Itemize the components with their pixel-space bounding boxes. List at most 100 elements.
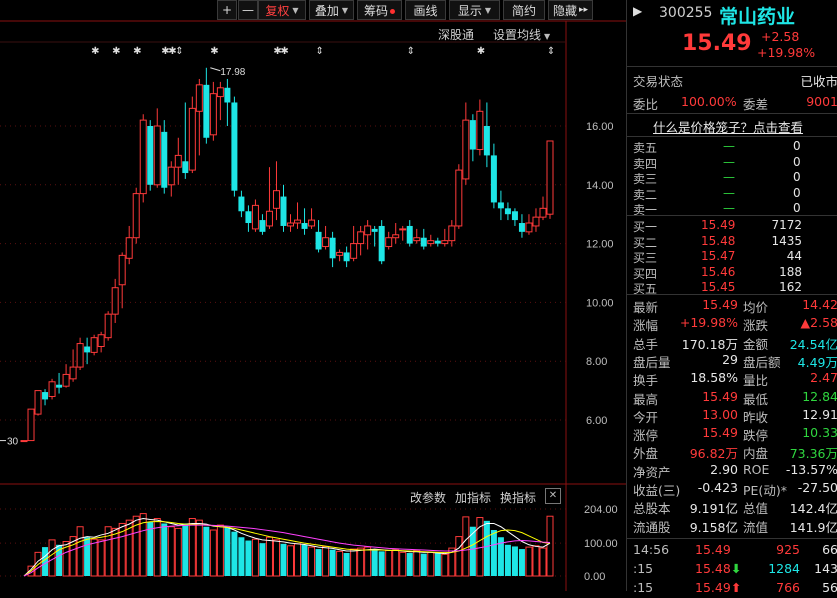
volume-bar-down: [378, 551, 385, 576]
volume-bar-down: [420, 553, 427, 576]
tick-volume: 766: [776, 580, 800, 595]
stat-label: 总手: [633, 336, 659, 352]
ask-row: 卖三 — 0: [627, 170, 837, 186]
volume-bar-up: [167, 526, 175, 577]
chevron-down-icon: ▼: [341, 5, 349, 15]
zoom-out-button-label: —: [242, 3, 254, 17]
price-change: +2.58: [761, 29, 800, 44]
adjust-button[interactable]: 复权 ▼: [258, 0, 306, 20]
candle-body-down: [224, 87, 231, 103]
display-button[interactable]: 显示 ▼: [449, 0, 500, 20]
volume-bar-down: [301, 544, 308, 576]
volume-bar-down: [511, 546, 518, 576]
ask-price: —: [723, 139, 735, 153]
price-tick-label: 12.00: [586, 239, 614, 251]
stat-label: 均价: [743, 300, 769, 315]
volume-bar-up: [336, 550, 344, 577]
hide-button[interactable]: 隐藏 ▸▸: [548, 0, 593, 20]
event-star-icon: ✱: [91, 46, 99, 57]
chips-button[interactable]: 筹码: [357, 0, 402, 20]
stat-label: 外盘: [633, 446, 659, 462]
stat-value: 96.82万: [689, 446, 738, 462]
volume-bar-up: [195, 519, 203, 577]
stat-label: 涨幅: [633, 318, 659, 334]
quote-panel: ▶ 300255 常山药业 15.49 +2.58 +19.98% 交易状态 已…: [626, 0, 837, 595]
bid-price: 15.47: [701, 249, 736, 264]
display-button-label: 显示: [457, 3, 482, 18]
high-annotation-label: 17.98: [220, 67, 245, 78]
volume-bar-down: [280, 543, 287, 576]
add-indicator-button[interactable]: 加指标: [455, 489, 491, 506]
stat-row: 总股本 9.191亿 总值 142.4亿: [627, 498, 837, 516]
volume-bar-down: [490, 530, 497, 576]
ask-price: —: [723, 154, 735, 169]
candle-body-up: [251, 204, 259, 230]
candle-body-up: [34, 390, 42, 415]
stat-value: 15.49: [702, 297, 738, 312]
candle-body-up: [336, 251, 344, 256]
zoom-out-button[interactable]: —: [238, 0, 258, 20]
edit-params-button[interactable]: 改参数: [410, 489, 446, 506]
stat-label: 涨停: [633, 428, 659, 444]
stat-value: ▲2.58: [800, 315, 837, 331]
volume-bar-up: [546, 515, 554, 577]
volume-bar-up: [357, 547, 365, 577]
event-star-icon: ✱: [477, 46, 485, 57]
double-arrow-icon: ▸▸: [578, 5, 589, 15]
event-star-icon: ✱: [210, 46, 218, 57]
volume-bar-up: [385, 549, 393, 577]
zoom-in-button[interactable]: +: [217, 0, 237, 20]
event-arrow-icon: ⇕: [407, 46, 415, 57]
chevron-down-icon: ▼: [544, 32, 551, 41]
candle-body-up: [195, 84, 203, 112]
tick-price: 15.49: [695, 542, 731, 557]
stat-label: 盘后额: [743, 354, 781, 370]
volume-bar-up: [392, 549, 400, 577]
volume-bar-up: [97, 539, 105, 577]
stat-value: -13.57%: [785, 461, 837, 477]
switch-indicator-button[interactable]: 换指标: [500, 489, 536, 506]
volume-bar-down: [245, 540, 252, 576]
draw-line-button[interactable]: 画线: [405, 0, 446, 20]
candle-body-up: [462, 119, 470, 180]
stat-label: 最新: [633, 300, 659, 315]
stat-row: 外盘 96.82万 内盘 73.36万: [627, 443, 837, 461]
bid-row: 买四 15.46 188: [627, 265, 837, 281]
volume-bar-up: [427, 551, 435, 577]
ask-label: 卖三: [633, 172, 658, 186]
volume-bar-up: [287, 545, 295, 577]
chips-button-label: 筹码: [363, 3, 388, 18]
stat-value: 24.54亿: [789, 336, 837, 352]
overlay-button[interactable]: 叠加 ▼: [309, 0, 354, 20]
candle-body-up: [539, 207, 547, 218]
panel-toggle-icon[interactable]: ▶: [633, 4, 642, 18]
candle-body-up: [97, 334, 105, 347]
volume-bar-up: [174, 527, 182, 577]
stat-label: 收益(三): [633, 483, 681, 498]
candle-body-down: [371, 228, 378, 232]
candle-body-down: [238, 196, 245, 212]
price-cage-link[interactable]: 什么是价格笼子？点击查看: [653, 117, 803, 136]
close-icon[interactable]: ✕: [545, 488, 561, 504]
event-star-icon: ✱: [112, 46, 120, 57]
candle-body-down: [483, 126, 490, 156]
shenzhen-connect-link[interactable]: 深股通: [438, 26, 474, 43]
simple-button-label: 简约: [511, 3, 536, 18]
candle-body-up: [174, 154, 182, 168]
simple-button[interactable]: 简约: [503, 0, 545, 20]
volume-bar-up: [272, 539, 280, 577]
zoom-in-button-label: +: [221, 3, 233, 17]
candle-body-up: [90, 337, 98, 353]
stat-label: 流值: [743, 519, 769, 535]
candle-body-up: [48, 381, 56, 397]
stat-label: 量比: [743, 373, 769, 389]
candle-body-down: [280, 196, 287, 226]
stat-value: 15.49: [702, 425, 738, 441]
ma-setting-button[interactable]: 设置均线 ▼: [493, 26, 550, 43]
price-cage-link-row: 什么是价格笼子？点击查看: [627, 117, 837, 135]
notification-dot-icon: [390, 8, 395, 14]
bid-label: 买二: [633, 235, 658, 250]
current-price: 15.49: [682, 31, 752, 56]
candle-body-up: [153, 125, 161, 186]
volume-bar-down: [315, 549, 322, 576]
